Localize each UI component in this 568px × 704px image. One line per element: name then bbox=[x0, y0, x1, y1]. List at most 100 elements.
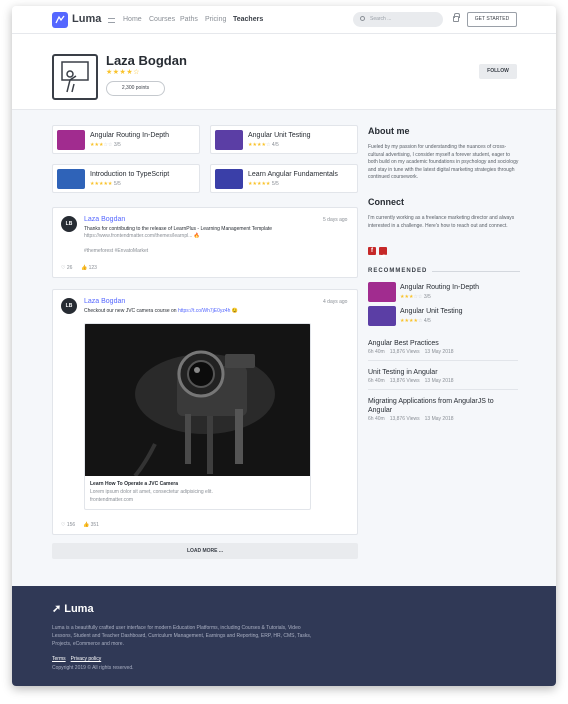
lesson-date: 13 May 2018 bbox=[424, 378, 454, 384]
lesson-meta: 6h 40m 13,876 Views 13 May 2018 bbox=[368, 416, 459, 422]
post-date: 5 days ago bbox=[323, 217, 348, 223]
profile-name: Laza Bogdan bbox=[106, 53, 187, 68]
shares-count[interactable]: 👍 123 bbox=[81, 265, 97, 271]
course-card[interactable]: Learn Angular Fundamentals ★★★★★ 5/5 bbox=[210, 164, 358, 193]
shares-value: 123 bbox=[88, 265, 97, 271]
post-author[interactable]: Laza Bogdan bbox=[84, 216, 125, 223]
rating-text: 4/5 bbox=[271, 142, 279, 148]
course-thumbnail[interactable] bbox=[368, 306, 396, 326]
course-card[interactable]: Introduction to TypeScript ★★★★★ 5/5 bbox=[52, 164, 200, 193]
nav-teachers[interactable]: Teachers bbox=[233, 16, 263, 23]
link-preview[interactable]: Learn How To Operate a JVC Camera Lorem … bbox=[84, 323, 311, 510]
lesson-views: 13,876 Views bbox=[389, 349, 420, 355]
thumbs-up-icon: 👍 bbox=[81, 265, 88, 271]
preview-domain: frontendmatter.com bbox=[90, 497, 134, 503]
stars-empty: ☆☆ bbox=[103, 142, 113, 148]
recommended-course-title[interactable]: Angular Unit Testing bbox=[400, 308, 463, 315]
course-card[interactable]: Angular Routing In-Depth ★★★☆☆ 3/5 bbox=[52, 125, 200, 154]
follow-button[interactable]: FOLLOW bbox=[479, 64, 517, 79]
course-thumbnail[interactable] bbox=[368, 282, 396, 302]
lesson-meta: 6h 40m 13,876 Views 13 May 2018 bbox=[368, 378, 459, 384]
likes-value: 156 bbox=[66, 522, 76, 528]
post-text: Checkout our new JVC camera course on ht… bbox=[84, 308, 349, 315]
course-thumbnail bbox=[57, 169, 85, 189]
divider bbox=[368, 389, 518, 390]
camera-image bbox=[85, 324, 310, 478]
nav-pricing[interactable]: Pricing bbox=[205, 16, 226, 23]
post-tags[interactable]: #themeforest #EnvatoMarket bbox=[84, 248, 349, 255]
stars-filled: ★★★ bbox=[90, 142, 104, 148]
course-rating: ★★★★☆ 4/5 bbox=[400, 318, 431, 324]
load-more-button[interactable]: LOAD MORE ... bbox=[52, 543, 358, 559]
lesson-duration: 6h 40m bbox=[368, 416, 385, 422]
recommended-title: RECOMMENDED bbox=[368, 268, 428, 274]
get-started-button[interactable]: GET STARTED bbox=[467, 12, 517, 27]
twitter-icon[interactable] bbox=[379, 247, 387, 258]
thumbs-up-icon: 👍 bbox=[83, 522, 90, 528]
top-navbar: Luma Home Courses Paths Pricing Teachers… bbox=[12, 6, 556, 34]
connect-text: I'm currently working as a freelance mar… bbox=[368, 215, 515, 229]
course-title[interactable]: Angular Unit Testing bbox=[248, 132, 311, 139]
luma-logo-icon[interactable] bbox=[52, 12, 68, 28]
footer-links: Terms Privacy policy bbox=[52, 656, 106, 662]
search-icon bbox=[360, 16, 365, 21]
course-thumbnail bbox=[215, 130, 243, 150]
course-thumbnail bbox=[57, 130, 85, 150]
course-rating: ★★★★☆ 4/5 bbox=[248, 142, 279, 148]
nav-home[interactable]: Home bbox=[123, 16, 142, 23]
likes-count[interactable]: ♡ 156 bbox=[61, 522, 75, 528]
nav-courses[interactable]: Courses bbox=[149, 16, 175, 23]
footer: ➚ Luma Luma is a beautifully crafted user… bbox=[12, 586, 556, 686]
course-title[interactable]: Learn Angular Fundamentals bbox=[248, 171, 338, 178]
stars-filled: ★★★★ bbox=[400, 318, 418, 324]
rating-text: 3/5 bbox=[423, 294, 431, 300]
stars-filled: ★★★★★ bbox=[90, 181, 113, 187]
lesson-meta: 6h 40m 13,876 Views 13 May 2018 bbox=[368, 349, 459, 355]
lock-icon[interactable] bbox=[453, 13, 460, 22]
search-input[interactable]: Search ... bbox=[353, 12, 443, 27]
lesson-views: 13,876 Views bbox=[389, 416, 420, 422]
shares-count[interactable]: 👍 351 bbox=[83, 522, 99, 528]
terms-link[interactable]: Terms bbox=[52, 656, 66, 662]
recommended-course-title[interactable]: Angular Routing In-Depth bbox=[400, 284, 479, 291]
teacher-avatar bbox=[52, 54, 98, 100]
lesson-title[interactable]: Unit Testing in Angular bbox=[368, 368, 518, 377]
preview-title[interactable]: Learn How To Operate a JVC Camera bbox=[90, 481, 178, 488]
rating-text: 3/5 bbox=[113, 142, 121, 148]
shares-value: 351 bbox=[90, 522, 99, 528]
rating-text: 5/5 bbox=[113, 181, 121, 187]
post-card: LB Laza Bogdan 5 days ago Thanks for con… bbox=[52, 207, 358, 278]
nav-paths[interactable]: Paths bbox=[180, 16, 198, 23]
course-thumbnail bbox=[215, 169, 243, 189]
course-card[interactable]: Angular Unit Testing ★★★★☆ 4/5 bbox=[210, 125, 358, 154]
lesson-title[interactable]: Angular Best Practices bbox=[368, 339, 518, 348]
avatar[interactable]: LB bbox=[61, 298, 77, 314]
avatar[interactable]: LB bbox=[61, 216, 77, 232]
stars-empty: ☆ bbox=[265, 142, 271, 148]
post-text-prefix: Checkout our new JVC camera course on bbox=[84, 308, 177, 314]
lesson-views: 13,876 Views bbox=[389, 378, 420, 384]
course-rating: ★★★☆☆ 3/5 bbox=[90, 142, 121, 148]
footer-logo[interactable]: ➚ Luma bbox=[52, 602, 94, 615]
privacy-link[interactable]: Privacy policy bbox=[71, 656, 102, 662]
post-author[interactable]: Laza Bogdan bbox=[84, 298, 125, 305]
course-rating: ★★★★★ 5/5 bbox=[248, 181, 279, 187]
likes-value: 26 bbox=[66, 265, 73, 271]
app-window: Luma Home Courses Paths Pricing Teachers… bbox=[12, 6, 556, 686]
menu-icon[interactable] bbox=[108, 18, 115, 23]
lesson-title[interactable]: Migrating Applications from AngularJS to… bbox=[368, 397, 518, 415]
brand-name[interactable]: Luma bbox=[72, 13, 101, 25]
course-title[interactable]: Angular Routing In-Depth bbox=[90, 132, 169, 139]
lesson-date: 13 May 2018 bbox=[424, 349, 454, 355]
divider bbox=[368, 360, 518, 361]
facebook-icon[interactable]: f bbox=[368, 247, 376, 255]
post-link[interactable]: https://www.frontendmatter.com/themes/le… bbox=[84, 233, 349, 240]
profile-header: Laza Bogdan ★★★★☆ 2,300 points FOLLOW bbox=[12, 34, 556, 110]
likes-count[interactable]: ♡ 26 bbox=[61, 265, 72, 271]
rating-text: 4/5 bbox=[423, 318, 431, 324]
lesson-date: 13 May 2018 bbox=[424, 416, 454, 422]
course-title[interactable]: Introduction to TypeScript bbox=[90, 171, 169, 178]
about-text: Fueled by my passion for understanding t… bbox=[368, 144, 519, 180]
search-placeholder: Search ... bbox=[370, 16, 392, 22]
post-text-link[interactable]: https://t.co/Wh7jE0yz4h 😉 bbox=[178, 308, 238, 314]
